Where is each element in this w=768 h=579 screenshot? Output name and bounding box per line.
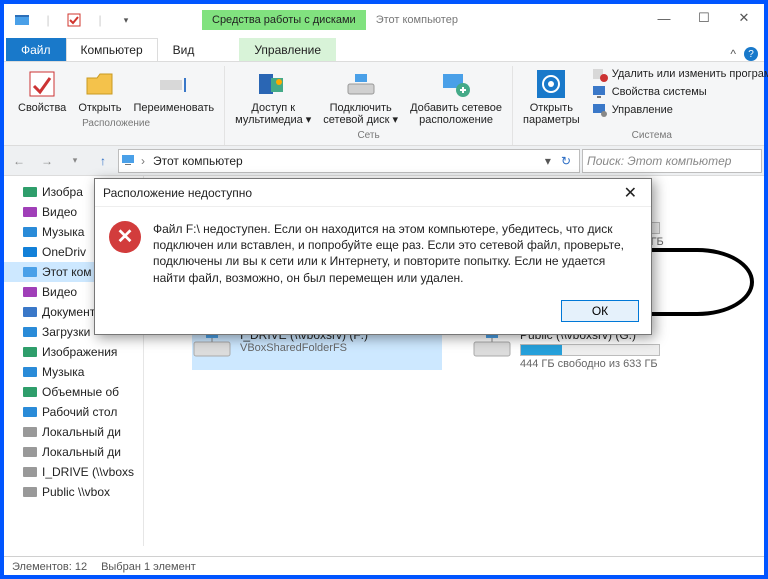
tree-item[interactable]: Локальный ди [4,442,143,462]
drv-icon [22,444,38,460]
group-location-label: Расположение [82,116,150,131]
group-network-label: Сеть [357,128,379,143]
drv-icon [22,424,38,440]
breadcrumb[interactable]: Этот компьютер [149,154,247,168]
nav-history-button[interactable]: ▾ [62,149,88,173]
dialog-title: Расположение недоступно [103,186,252,200]
tree-item[interactable]: Рабочий стол [4,402,143,422]
desk-icon [22,404,38,420]
drive-free: VBoxSharedFolderFS [240,342,368,354]
tree-item-label: OneDriv [42,245,86,259]
status-bar: Элементов: 12 Выбран 1 элемент [4,556,764,576]
open-button[interactable]: Открыть [74,66,125,116]
pc-icon [121,153,137,169]
collapse-ribbon-icon[interactable]: ^ [730,47,736,61]
dl-icon [22,324,38,340]
tree-item[interactable]: Public \\vbox [4,482,143,502]
nav-up-button[interactable]: ↑ [90,149,116,173]
tree-item[interactable]: Объемные об [4,382,143,402]
add-net-location-button[interactable]: Добавить сетевое расположение [406,66,506,128]
tree-item[interactable]: Локальный ди [4,422,143,442]
pic-icon [22,184,38,200]
ok-button[interactable]: ОК [561,300,639,322]
error-dialog: Расположение недоступно ✕ ✕ Файл F:\ недо… [94,178,652,335]
tree-item-label: Видео [42,285,77,299]
nav-back-button[interactable]: ← [6,149,32,173]
tab-computer[interactable]: Компьютер [66,38,158,61]
tree-item-label: Объемные об [42,385,119,399]
window-title: Этот компьютер [376,14,458,26]
ribbon: Свойства Открыть Переименовать Расположе… [4,62,764,146]
close-button[interactable]: ✕ [724,4,764,32]
tree-item-label: Изобра [42,185,83,199]
pic-icon [22,344,38,360]
map-drive-button[interactable]: Подключить сетевой диск ▾ [319,66,402,128]
qat-dropdown-icon[interactable]: ▾ [114,8,138,32]
tree-item-label: Загрузки [42,325,90,339]
dialog-message: Файл F:\ недоступен. Если он находится н… [153,221,637,286]
open-params-button[interactable]: Открыть параметры [519,66,584,128]
minimize-button[interactable]: — [644,4,684,32]
status-selection: Выбран 1 элемент [101,561,196,573]
tree-item-label: Рабочий стол [42,405,117,419]
address-drop-icon[interactable]: ▾ [541,154,555,168]
context-tab: Средства работы с дисками [202,10,366,30]
ribbon-tabs: Файл Компьютер Вид Управление ^? [4,36,764,62]
uninstall-button[interactable]: Удалить или изменить программу [592,66,768,82]
dialog-close-button[interactable]: ✕ [618,183,643,203]
nav-forward-button[interactable]: → [34,149,60,173]
media-access-button[interactable]: Доступ к мультимедиа ▾ [231,66,315,128]
cloud-icon [22,244,38,260]
vid-icon [22,204,38,220]
vid-icon [22,284,38,300]
tree-item-label: I_DRIVE (\\vboxs [42,465,134,479]
tree-item-label: Локальный ди [42,445,121,459]
cube-icon [22,384,38,400]
tree-item-label: Локальный ди [42,425,121,439]
app-icon [10,8,34,32]
address-row: ← → ▾ ↑ › Этот компьютер ▾↻ Поиск: Этот … [4,146,764,176]
status-item-count: Элементов: 12 [12,561,87,573]
titlebar: | | ▾ Средства работы с дисками Этот ком… [4,4,764,36]
qat-sep: | [36,8,60,32]
tree-item-label: Этот ком [42,265,92,279]
tab-view[interactable]: Вид [158,38,210,61]
help-icon[interactable]: ? [744,47,758,61]
refresh-icon[interactable]: ↻ [555,154,577,168]
qat-sep2: | [88,8,112,32]
rename-button[interactable]: Переименовать [130,66,219,116]
group-system-label: Система [632,128,672,143]
system-properties-button[interactable]: Свойства системы [592,84,768,100]
manage-button[interactable]: Управление [592,102,768,118]
maximize-button[interactable]: ☐ [684,4,724,32]
tab-file[interactable]: Файл [6,38,66,61]
tab-manage[interactable]: Управление [239,38,336,61]
doc-icon [22,304,38,320]
net-icon [22,464,38,480]
pc-icon [22,264,38,280]
tree-item-label: Public \\vbox [42,485,110,499]
address-bar[interactable]: › Этот компьютер ▾↻ [118,149,580,173]
drive-free: 444 ГБ свободно из 633 ГБ [520,358,660,370]
tree-item[interactable]: Музыка [4,362,143,382]
tree-item-label: Изображения [42,345,117,359]
tree-item-label: Музыка [42,365,84,379]
tree-item[interactable]: Изображения [4,342,143,362]
net-icon [22,484,38,500]
search-input[interactable]: Поиск: Этот компьютер [582,149,762,173]
properties-button[interactable]: Свойства [14,66,70,116]
mus-icon [22,364,38,380]
tree-item[interactable]: I_DRIVE (\\vboxs [4,462,143,482]
mus-icon [22,224,38,240]
tree-item-label: Музыка [42,225,84,239]
error-icon: ✕ [109,221,141,253]
tree-item-label: Видео [42,205,77,219]
qat-props-icon[interactable] [62,8,86,32]
